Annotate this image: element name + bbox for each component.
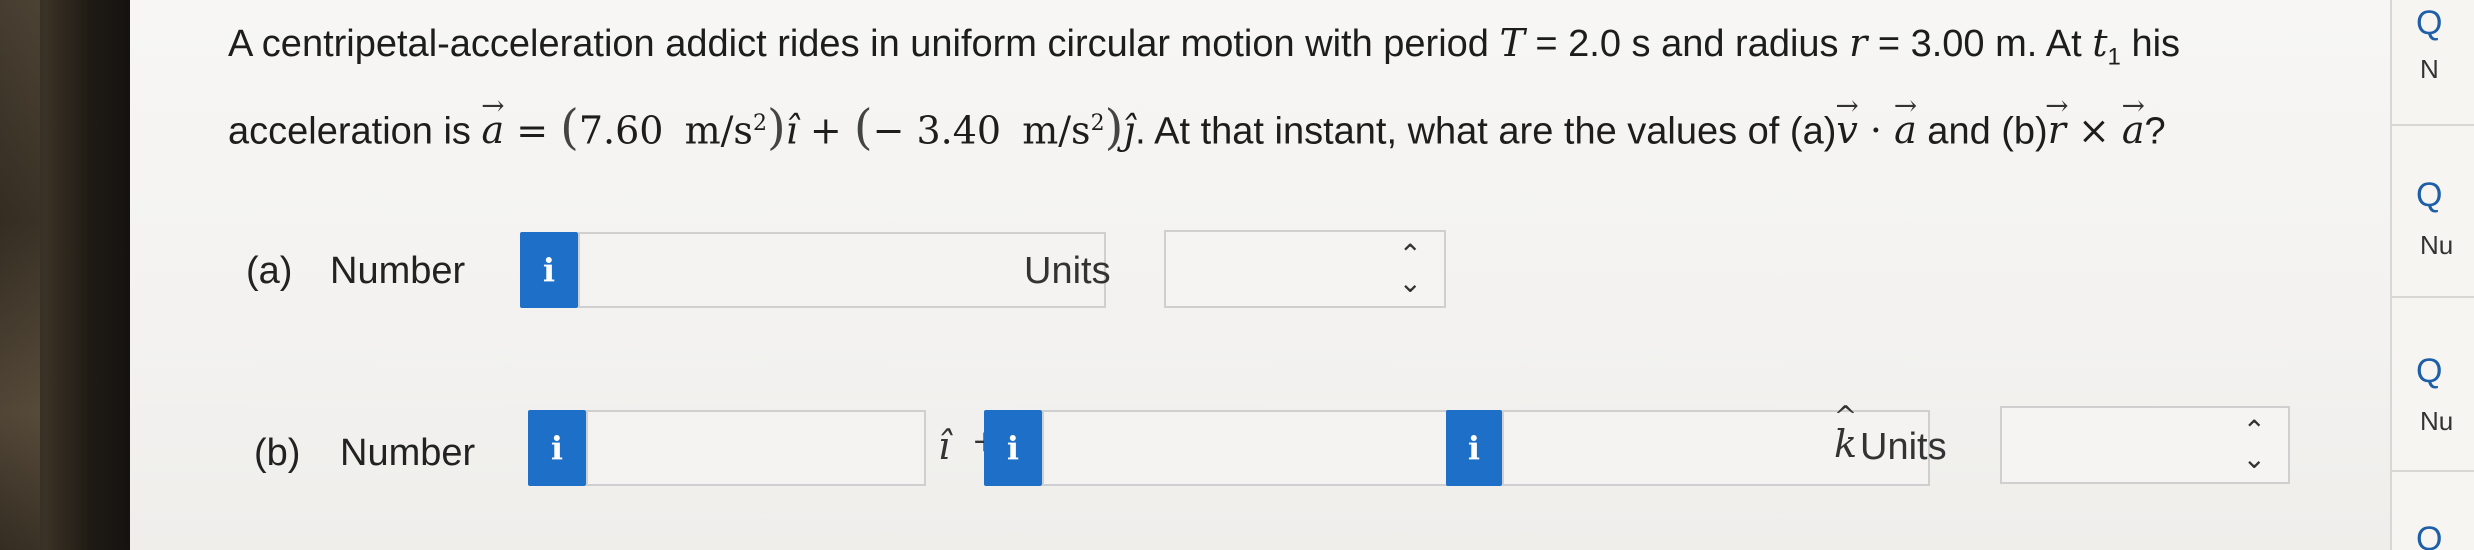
question-nav-item-title[interactable]: Q: [2416, 352, 2442, 391]
open-paren: (: [853, 99, 873, 156]
question-text-segment: = 2.0 s and radius: [1524, 23, 1850, 65]
question-nav-item-sub: Nu: [2420, 230, 2454, 260]
question-text-segment: = 3.00 m. At: [1867, 23, 2093, 65]
question-text-segment: his: [2120, 23, 2181, 65]
question-text-segment: acceleration is: [228, 110, 482, 153]
part-a-info-icon[interactable]: i: [520, 232, 578, 308]
part-a-units-label: Units: [1024, 250, 1111, 292]
cross-operator: ×: [2065, 108, 2122, 153]
question-nav-item-title[interactable]: Q: [2416, 520, 2442, 550]
part-b-k-info-icon[interactable]: i: [1446, 410, 1502, 486]
equals-sign: =: [504, 108, 561, 153]
question-panel: A centripetal-acceleration addict rides …: [130, 0, 2390, 550]
question-nav-panel: Q N Q Nu Q Nu Q: [2390, 0, 2474, 550]
part-b-j-component-input[interactable]: [1042, 410, 1510, 486]
part-a-number-label: Number: [330, 250, 466, 292]
question-nav-item-sub: N: [2420, 54, 2439, 84]
screen: A centripetal-acceleration addict rides …: [0, 0, 2474, 550]
acceleration-vector-symbol: a: [2122, 95, 2145, 165]
acceleration-vector-symbol: a: [481, 95, 504, 165]
updown-chevron-icon: ⌃ ⌄: [2242, 415, 2266, 474]
acceleration-vector-symbol: a: [1894, 95, 1917, 165]
question-nav-item-title[interactable]: Q: [2416, 4, 2442, 43]
position-vector-symbol: r: [2048, 95, 2066, 165]
i-hat-label: î: [938, 424, 951, 468]
k-hat-label: k: [1834, 422, 1857, 466]
part-b-i-info-icon[interactable]: i: [528, 410, 586, 486]
period-symbol: T: [1499, 21, 1525, 65]
part-b-units-select[interactable]: ⌃ ⌄: [2000, 406, 2290, 484]
x-component-value: 7.60: [578, 108, 664, 153]
part-a-units-select[interactable]: ⌃ ⌄: [1164, 230, 1446, 308]
question-nav-item-title[interactable]: Q: [2416, 176, 2442, 215]
part-b-number-label: Number: [340, 432, 476, 474]
question-line-2: acceleration is a = (7.60 m/s2)î + (− 3.…: [228, 89, 2348, 167]
x-unit-exponent: 2: [752, 110, 767, 136]
part-b-units-label: Units: [1860, 426, 1947, 468]
question-line-1: A centripetal-acceleration addict rides …: [228, 8, 2348, 93]
radius-symbol: r: [1849, 21, 1868, 65]
part-b-label: (b): [254, 432, 301, 474]
plus-sign: +: [797, 108, 854, 153]
time-subscript: 1: [2107, 43, 2121, 71]
question-text-segment: and (b): [1916, 110, 2048, 153]
y-component-value: − 3.40: [872, 108, 1002, 153]
divider: [2392, 296, 2474, 298]
i-hat-unit-vector: î: [785, 108, 798, 153]
monitor-bezel: [0, 0, 130, 550]
part-a-label: (a): [246, 250, 293, 292]
y-unit-exponent: 2: [1090, 110, 1105, 136]
divider: [2392, 470, 2474, 472]
part-b-i-component-input[interactable]: [586, 410, 926, 486]
j-hat-unit-vector: ĵ: [1123, 108, 1136, 153]
close-paren: ): [766, 99, 786, 156]
open-paren: (: [560, 99, 579, 156]
question-text-segment: A centripetal-acceleration addict rides …: [228, 23, 1500, 65]
part-b-j-info-icon[interactable]: i: [984, 410, 1042, 486]
dot-operator: ·: [1857, 108, 1895, 153]
question-nav-item-sub: Nu: [2420, 406, 2454, 436]
question-text: A centripetal-acceleration addict rides …: [228, 8, 2348, 166]
y-component-unit: m/s: [1022, 108, 1091, 153]
close-paren: ): [1104, 99, 1124, 156]
divider: [2392, 124, 2474, 126]
velocity-vector-symbol: v: [1836, 95, 1857, 165]
time-symbol: t: [2092, 21, 2108, 65]
question-mark: ?: [2144, 110, 2166, 153]
updown-chevron-icon: ⌃ ⌄: [1398, 239, 1422, 298]
x-component-unit: m/s: [684, 108, 753, 153]
question-text-segment: . At that instant, what are the values o…: [1135, 110, 1837, 153]
